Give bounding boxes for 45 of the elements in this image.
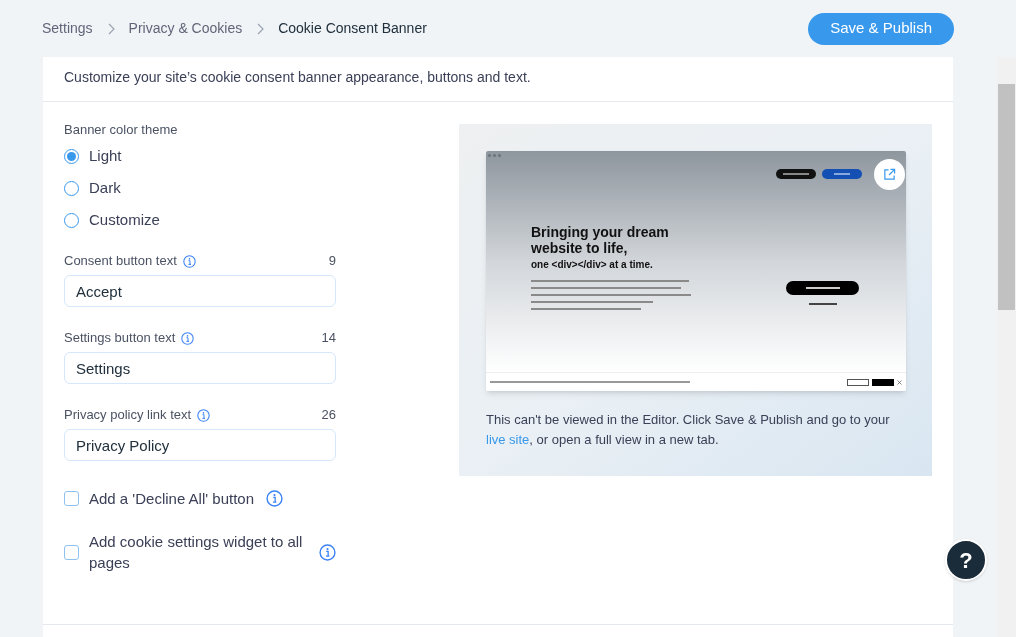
field-label: Settings button text bbox=[64, 329, 176, 348]
section-description: Customize your site’s cookie consent banner appearance, buttons and text. bbox=[64, 68, 531, 87]
character-count: 14 bbox=[321, 329, 336, 348]
text-input-field[interactable]: Settings bbox=[64, 352, 336, 384]
radio-button[interactable] bbox=[64, 212, 79, 228]
open-new-tab-button[interactable] bbox=[874, 159, 905, 190]
outline-button[interactable] bbox=[847, 378, 869, 386]
info-icon[interactable] bbox=[266, 489, 283, 507]
pill-button[interactable] bbox=[776, 169, 816, 179]
character-count: 9 bbox=[328, 252, 336, 271]
radio-button[interactable] bbox=[64, 180, 79, 196]
character-count: 26 bbox=[321, 406, 336, 425]
checkbox-label: Add a 'Decline All' button bbox=[89, 488, 254, 509]
site-tagline: one <div></div> at a time. bbox=[531, 258, 654, 272]
radio-label: Light bbox=[89, 145, 122, 166]
info-icon[interactable] bbox=[181, 331, 195, 345]
checkbox[interactable] bbox=[64, 490, 79, 506]
text-input-field[interactable]: Accept bbox=[64, 275, 336, 307]
link-line-drawing[interactable] bbox=[808, 303, 837, 305]
radio-label: Dark bbox=[89, 177, 121, 198]
info-icon[interactable] bbox=[319, 543, 336, 561]
checkbox[interactable] bbox=[64, 544, 79, 560]
info-icon[interactable] bbox=[197, 408, 211, 422]
field-label: Consent button text bbox=[64, 252, 177, 271]
close-icon[interactable] bbox=[897, 379, 902, 385]
scrollbar[interactable] bbox=[997, 57, 1016, 637]
window-dots-icon bbox=[488, 154, 501, 157]
site-headline: Bringing your dream website to life, bbox=[531, 224, 670, 256]
breadcrumb-link[interactable]: Settings bbox=[42, 18, 93, 39]
radio-button[interactable] bbox=[64, 148, 79, 164]
field-label: Banner color theme bbox=[64, 122, 179, 138]
chevron-right-icon bbox=[256, 22, 265, 35]
external-link-icon bbox=[883, 168, 896, 181]
solid-button[interactable] bbox=[872, 378, 894, 386]
checkbox-label: Add cookie settings widget to all pages bbox=[89, 532, 304, 573]
info-icon[interactable] bbox=[182, 254, 196, 268]
breadcrumb-link[interactable]: Cookie Consent Banner bbox=[278, 18, 427, 39]
chevron-right-icon bbox=[106, 22, 115, 35]
help-button[interactable]: ? bbox=[945, 539, 987, 581]
preview-note: This can't be viewed in the Editor. Click Save & Publish and go to your live site, or open a full view in a new tab. bbox=[486, 411, 891, 449]
field-label: Privacy policy link text bbox=[64, 406, 192, 425]
text-input-field[interactable]: Privacy Policy bbox=[64, 429, 336, 461]
radio-label: Customize bbox=[89, 209, 160, 230]
pill-button[interactable] bbox=[786, 281, 859, 295]
breadcrumb-link[interactable]: Privacy & Cookies bbox=[128, 18, 243, 39]
